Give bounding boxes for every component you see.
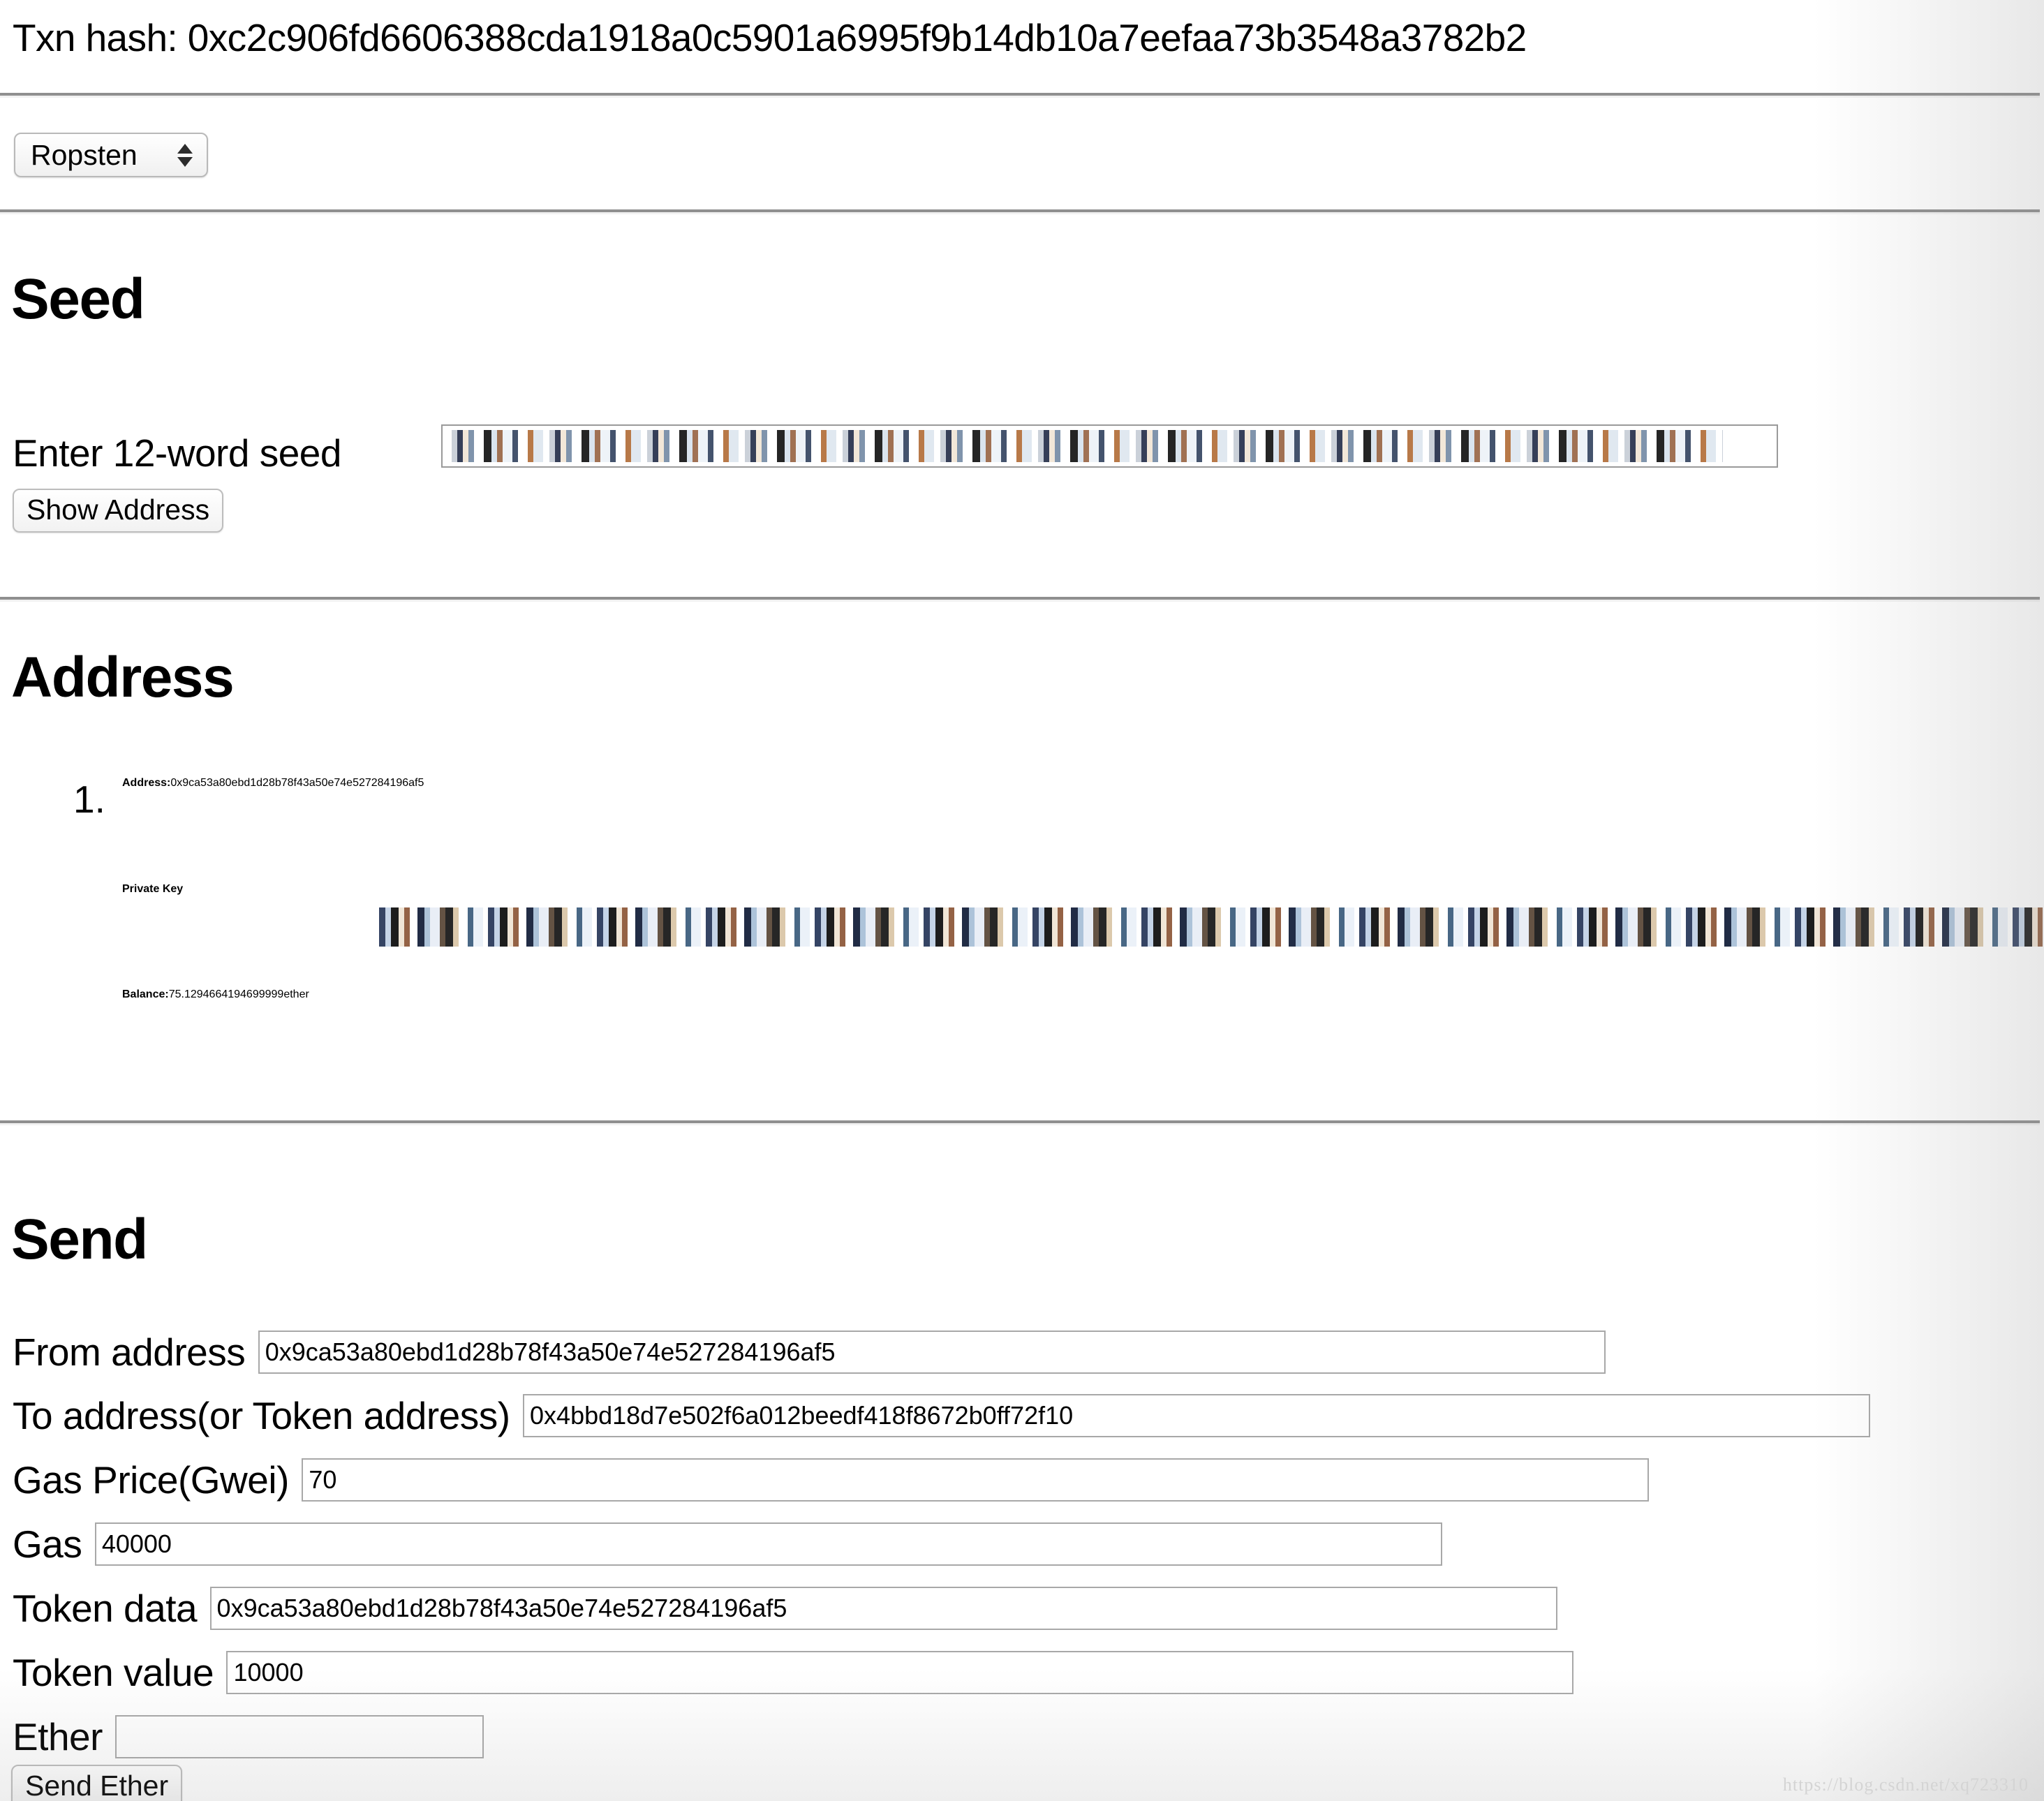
address-label: Address: bbox=[122, 777, 171, 789]
private-key-row: Private Key bbox=[122, 883, 183, 896]
gas-row: Gas bbox=[13, 1522, 1442, 1566]
balance-label: Balance: bbox=[122, 988, 169, 1000]
divider-top bbox=[0, 93, 2040, 96]
address-row: Address:0x9ca53a80ebd1d28b78f43a50e74e52… bbox=[122, 777, 424, 790]
from-address-input[interactable] bbox=[258, 1331, 1606, 1374]
show-address-button[interactable]: Show Address bbox=[13, 489, 224, 533]
from-address-row: From address bbox=[13, 1330, 1606, 1374]
seed-heading: Seed bbox=[11, 267, 145, 331]
token-value-input[interactable] bbox=[226, 1651, 1574, 1694]
ether-row: Ether bbox=[13, 1714, 484, 1759]
to-address-row: To address(or Token address) bbox=[13, 1393, 1871, 1438]
wallet-page: Txn hash: 0xc2c906fd6606388cda1918a0c590… bbox=[0, 0, 2044, 1801]
gas-price-row: Gas Price(Gwei) bbox=[13, 1458, 1650, 1502]
from-address-label: From address bbox=[13, 1331, 246, 1374]
private-key-redaction-overlay bbox=[374, 907, 2043, 947]
divider-seed bbox=[0, 209, 2040, 212]
network-select[interactable]: Ropsten bbox=[14, 133, 208, 177]
ether-input[interactable] bbox=[115, 1715, 484, 1758]
watermark: https://blog.csdn.net/xq723310 bbox=[1782, 1774, 2029, 1795]
gas-price-label: Gas Price(Gwei) bbox=[13, 1458, 289, 1502]
token-data-input[interactable] bbox=[209, 1587, 1557, 1630]
divider-send bbox=[0, 1120, 2040, 1123]
token-data-label: Token data bbox=[13, 1587, 198, 1630]
send-heading: Send bbox=[11, 1208, 148, 1271]
token-data-row: Token data bbox=[13, 1586, 1557, 1631]
list-item-marker: 1. bbox=[73, 778, 105, 821]
to-address-label: To address(or Token address) bbox=[13, 1394, 510, 1437]
ether-label: Ether bbox=[13, 1715, 103, 1758]
send-ether-button[interactable]: Send Ether bbox=[11, 1765, 183, 1801]
private-key-label: Private Key bbox=[122, 883, 184, 895]
token-value-row: Token value bbox=[13, 1650, 1574, 1695]
gas-price-input[interactable] bbox=[302, 1458, 1650, 1502]
to-address-input[interactable] bbox=[523, 1394, 1871, 1437]
seed-label: Enter 12-word seed bbox=[13, 431, 342, 475]
address-value: 0x9ca53a80ebd1d28b78f43a50e74e527284196a… bbox=[170, 777, 424, 789]
balance-row: Balance:75.1294664194699999ether bbox=[122, 988, 309, 1001]
token-value-label: Token value bbox=[13, 1651, 214, 1694]
gas-input[interactable] bbox=[94, 1522, 1442, 1566]
balance-value: 75.1294664194699999ether bbox=[168, 988, 309, 1000]
txn-hash-line: Txn hash: 0xc2c906fd6606388cda1918a0c590… bbox=[13, 16, 1527, 59]
seed-input[interactable] bbox=[441, 424, 1778, 468]
divider-address bbox=[0, 597, 2040, 600]
address-heading: Address bbox=[11, 646, 235, 709]
gas-label: Gas bbox=[13, 1522, 82, 1566]
